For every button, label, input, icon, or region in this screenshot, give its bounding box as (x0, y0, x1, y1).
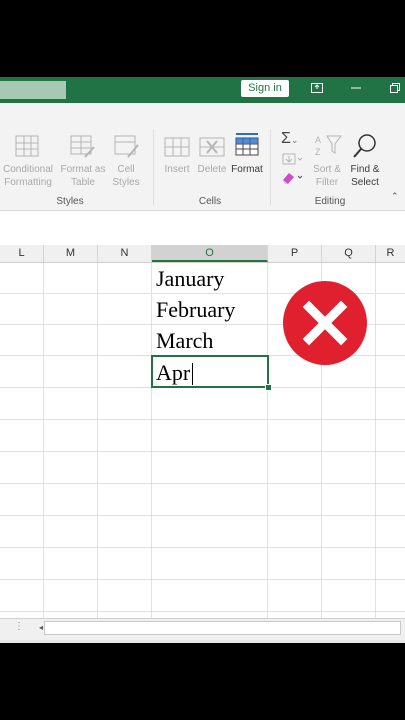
column-header-n[interactable]: N (98, 245, 152, 262)
cell-styles-line2: Styles (112, 177, 140, 188)
group-divider (153, 129, 154, 205)
format-as-table-icon (70, 135, 96, 164)
conditional-line1: Conditional (2, 164, 54, 175)
cell-styles-button[interactable]: Cell Styles (104, 163, 148, 189)
find-select-line2: Select (351, 177, 379, 188)
fill-handle[interactable] (265, 384, 272, 391)
delete-cells-icon (199, 137, 225, 162)
cells-group-label: Cells (198, 196, 222, 207)
tab-split-handle-icon[interactable]: ⋮ (14, 621, 24, 632)
ribbon: Conditional Formatting Format as Table C… (0, 103, 405, 211)
format-cells-icon (234, 132, 260, 163)
group-divider (270, 129, 271, 205)
delete-button[interactable]: Delete (194, 163, 230, 176)
find-select-button[interactable]: Find & Select (342, 163, 388, 189)
insert-button[interactable]: Insert (158, 163, 196, 176)
conditional-formatting-icon (15, 135, 39, 162)
grid-line (0, 419, 405, 420)
column-header-l[interactable]: L (0, 245, 44, 262)
fill-icon[interactable] (282, 152, 304, 170)
find-search-icon (352, 133, 378, 164)
grid-line (0, 579, 405, 580)
grid-line (0, 451, 405, 452)
column-header-o[interactable]: O (152, 245, 268, 262)
column-header-p[interactable]: P (268, 245, 322, 262)
formula-bar-area (0, 211, 405, 245)
format-button[interactable]: Format (228, 163, 266, 176)
editing-group-label: Editing (314, 196, 346, 207)
cell-o3[interactable]: March (152, 325, 268, 356)
restore-icon[interactable] (384, 79, 405, 99)
horizontal-scrollbar[interactable]: ◂ (39, 621, 401, 635)
cell-styles-line1: Cell (117, 164, 135, 175)
error-x-icon (283, 281, 367, 365)
grid-line (97, 263, 98, 618)
grid-line (0, 547, 405, 548)
grid-line (375, 263, 376, 618)
column-header-r[interactable]: R (376, 245, 405, 262)
search-box[interactable] (0, 81, 66, 99)
text-caret (192, 363, 193, 385)
find-select-line1: Find & (350, 164, 380, 175)
format-as-table-line2: Table (71, 177, 95, 188)
grid-line (0, 483, 405, 484)
autosum-icon[interactable]: Σ⌄ (281, 130, 298, 148)
grid-line (43, 263, 44, 618)
sign-in-button[interactable]: Sign in (241, 80, 289, 97)
cell-o2[interactable]: February (152, 294, 268, 325)
ribbon-display-icon[interactable] (306, 79, 328, 99)
styles-group-label: Styles (56, 196, 84, 207)
column-header-m[interactable]: M (44, 245, 98, 262)
format-as-table-button[interactable]: Format as Table (58, 163, 108, 189)
status-bar (0, 640, 405, 643)
svg-text:A: A (315, 135, 321, 145)
cell-o4-text: Apr (156, 360, 191, 385)
grid-line (0, 515, 405, 516)
column-header-q[interactable]: Q (322, 245, 376, 262)
column-headers: L M N O P Q R (0, 245, 405, 263)
svg-text:Z: Z (315, 147, 321, 157)
scroll-left-icon[interactable]: ◂ (37, 622, 45, 634)
conditional-formatting-button[interactable]: Conditional Formatting (0, 163, 56, 189)
collapse-ribbon-icon[interactable]: ⌃ (391, 191, 399, 202)
cell-o1[interactable]: January (152, 263, 268, 294)
conditional-line2: Formatting (4, 177, 52, 188)
cell-styles-icon (114, 135, 140, 164)
clear-eraser-icon[interactable] (281, 171, 305, 190)
minimize-icon[interactable] (345, 79, 367, 99)
insert-cells-icon (164, 137, 190, 162)
sort-filter-icon: AZ (314, 133, 342, 162)
grid-line (0, 611, 405, 612)
format-as-table-line1: Format as (60, 164, 106, 175)
